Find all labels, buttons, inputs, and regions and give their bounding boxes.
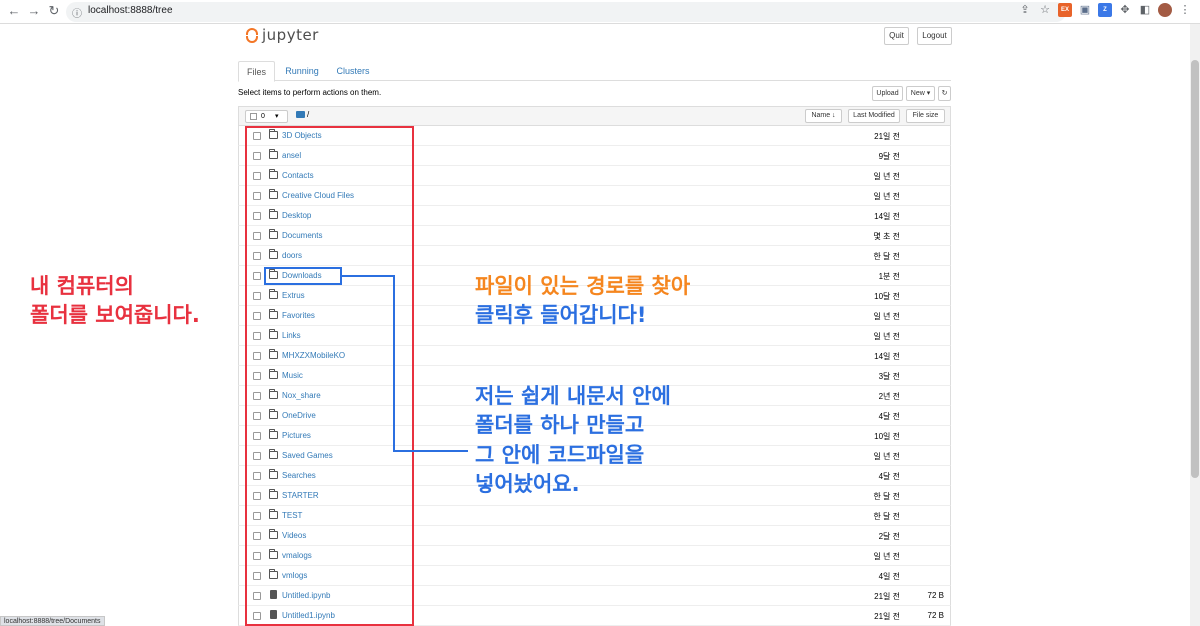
browser-toolbar: ← → ↻ ⓘ localhost:8888/tree ⇪ ☆ EX ▣ Z ✥… <box>0 0 1200 24</box>
file-modified: 21일 전 <box>874 132 900 141</box>
folder-list-highlight-box <box>245 126 414 626</box>
puzzle-extensions-icon[interactable]: ✥ <box>1118 3 1132 17</box>
file-modified: 4일 전 <box>878 572 900 581</box>
tab-running[interactable]: Running <box>280 61 324 81</box>
file-size: 72 B <box>927 611 944 620</box>
side-panel-icon[interactable]: ◧ <box>1138 3 1152 17</box>
extension-orange-icon[interactable]: EX <box>1058 3 1072 17</box>
forward-arrow-icon[interactable]: → <box>26 3 42 19</box>
downloads-highlight-box <box>264 267 342 285</box>
file-modified: 한 달 전 <box>873 512 900 521</box>
file-modified: 일 년 전 <box>873 172 900 181</box>
file-modified: 일 년 전 <box>873 552 900 561</box>
file-modified: 3달 전 <box>878 372 900 381</box>
annotation-line: 그 안에 코드파일을 <box>475 442 645 467</box>
sort-name-button[interactable]: Name ↓ <box>805 109 842 123</box>
selection-hint: Select items to perform actions on them. <box>238 88 382 97</box>
left-annotation-line: 내 컴퓨터의 <box>30 274 134 298</box>
file-modified: 일 년 전 <box>873 452 900 461</box>
file-modified: 1분 전 <box>878 272 900 281</box>
sort-last-modified-button[interactable]: Last Modified <box>848 109 900 123</box>
file-size: 72 B <box>927 591 944 600</box>
more-menu-icon[interactable]: ⋮ <box>1178 3 1192 17</box>
file-modified: 10달 전 <box>874 292 900 301</box>
share-icon[interactable]: ⇪ <box>1018 3 1032 17</box>
tab-clusters[interactable]: Clusters <box>331 61 375 81</box>
left-annotation-line: 폴더를 보여줍니다. <box>30 303 200 328</box>
save-disk-icon[interactable]: ▣ <box>1078 3 1092 17</box>
breadcrumb[interactable]: / <box>307 110 309 119</box>
file-modified: 21일 전 <box>874 612 900 621</box>
annotation-line: 클릭후 들어갑니다! <box>475 303 647 328</box>
select-all-dropdown[interactable]: 0 ▾ <box>245 110 288 123</box>
address-bar[interactable]: ⓘ localhost:8888/tree <box>66 2 1066 22</box>
refresh-button[interactable]: ↻ <box>938 86 951 101</box>
caret-down-icon: ▾ <box>275 113 279 120</box>
annotation-line: 파일이 있는 경로를 찾아 <box>475 272 690 301</box>
jupyter-logo-text: jupyter <box>262 26 319 44</box>
file-modified: 2달 전 <box>878 532 900 541</box>
address-text: localhost:8888/tree <box>88 5 173 16</box>
file-modified: 한 달 전 <box>873 492 900 501</box>
file-modified: 몇 초 전 <box>873 232 900 241</box>
file-modified: 4달 전 <box>878 472 900 481</box>
file-modified: 일 년 전 <box>873 192 900 201</box>
file-modified: 9달 전 <box>878 152 900 161</box>
file-modified: 일 년 전 <box>873 312 900 321</box>
file-modified: 한 달 전 <box>873 252 900 261</box>
right-annotation-top: 파일이 있는 경로를 찾아 클릭후 들어갑니다! <box>475 272 690 331</box>
right-annotation-bottom: 저는 쉽게 내문서 안에 폴더를 하나 만들고 그 안에 코드파일을 넣어놨어요… <box>475 382 671 500</box>
scrollbar-thumb[interactable] <box>1191 60 1199 478</box>
info-icon[interactable]: ⓘ <box>72 5 82 20</box>
annotation-line: 넣어놨어요. <box>475 472 580 497</box>
file-modified: 14일 전 <box>874 352 900 361</box>
folder-home-icon[interactable] <box>296 111 305 118</box>
annotation-highlight-text: 경로 <box>586 274 625 298</box>
new-dropdown-button[interactable]: New ▾ <box>906 86 935 101</box>
bookmark-star-icon[interactable]: ☆ <box>1038 3 1052 17</box>
annotation-orange-text: 를 찾아 <box>624 274 691 298</box>
connector-line <box>393 275 395 451</box>
jupyter-logo-icon <box>246 26 260 44</box>
file-modified: 일 년 전 <box>873 332 900 341</box>
annotation-line: 저는 쉽게 내문서 안에 <box>475 384 671 408</box>
page-scrollbar[interactable] <box>1190 24 1200 626</box>
connector-line <box>393 450 468 452</box>
file-list-header: 0 ▾ / Name ↓ Last Modified File size <box>238 106 951 126</box>
file-modified: 2년 전 <box>878 392 900 401</box>
browser-extensions: ⇪ ☆ EX ▣ Z ✥ ◧ ⋮ <box>1018 3 1192 17</box>
connector-line <box>342 275 394 277</box>
sort-file-size-button[interactable]: File size <box>906 109 945 123</box>
file-modified: 21일 전 <box>874 592 900 601</box>
profile-avatar[interactable] <box>1158 3 1172 17</box>
upload-button[interactable]: Upload <box>872 86 903 101</box>
quit-button[interactable]: Quit <box>884 27 909 45</box>
annotation-orange-text: 파일이 있는 <box>475 274 587 298</box>
file-modified: 4달 전 <box>878 412 900 421</box>
file-modified: 10일 전 <box>874 432 900 441</box>
left-annotation: 내 컴퓨터의 폴더를 보여줍니다. <box>30 272 200 331</box>
tab-files[interactable]: Files <box>238 61 275 82</box>
status-bar-url: localhost:8888/tree/Documents <box>0 616 105 626</box>
selected-count: 0 <box>261 113 265 120</box>
logout-button[interactable]: Logout <box>917 27 952 45</box>
jupyter-logo[interactable]: jupyter <box>246 26 319 44</box>
file-tabs: Files Running Clusters <box>238 61 951 82</box>
reload-icon[interactable]: ↻ <box>46 3 62 19</box>
back-arrow-icon[interactable]: ← <box>6 3 22 19</box>
extension-blue-icon[interactable]: Z <box>1098 3 1112 17</box>
file-modified: 14일 전 <box>874 212 900 221</box>
select-all-checkbox[interactable] <box>250 113 257 120</box>
annotation-line: 폴더를 하나 만들고 <box>475 413 645 438</box>
